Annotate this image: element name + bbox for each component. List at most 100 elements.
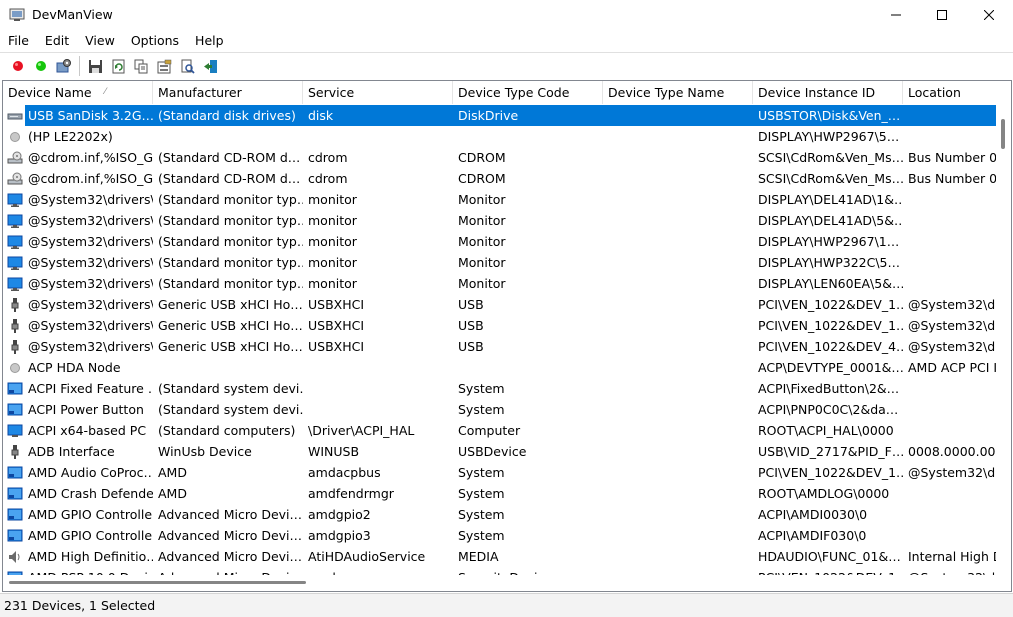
menu-options[interactable]: Options <box>123 30 187 51</box>
properties-button[interactable] <box>52 55 75 77</box>
monitor-icon <box>7 213 23 229</box>
device-type-code-cell: Monitor <box>458 276 506 291</box>
device-name-cell: @System32\drivers\… <box>3 294 153 315</box>
table-row[interactable]: @System32\drivers\… Generic USB xHCI Ho… U… <box>3 336 1003 357</box>
table-row[interactable]: @System32\drivers\… Generic USB xHCI Ho… U… <box>3 294 1003 315</box>
service-cell <box>303 357 453 378</box>
copy-button[interactable] <box>130 55 153 77</box>
manufacturer-cell: (Standard monitor typ… <box>158 255 303 270</box>
table-row[interactable]: @cdrom.inf,%ISO_G… (Standard CD-ROM d… cdr… <box>3 147 1003 168</box>
service-cell: USBXHCI <box>308 297 365 312</box>
horizontal-scrollbar[interactable] <box>3 575 996 591</box>
location-cell <box>903 126 1003 147</box>
device-type-code-cell: System <box>458 465 505 480</box>
table-row[interactable]: @System32\drivers\… (Standard monitor typ… <box>3 273 1003 294</box>
table-row[interactable]: USB SanDisk 3.2G… (Standard disk drives) d… <box>3 105 1003 126</box>
device-type-code-cell: MEDIA <box>458 549 499 564</box>
close-button[interactable] <box>966 0 1012 30</box>
location-cell <box>903 231 1003 252</box>
column-header-device-type-name[interactable]: Device Type Name <box>603 81 753 104</box>
device-instance-id-cell: ACPI\FixedButton\2&… <box>758 381 900 396</box>
device-type-code-cell: CDROM <box>458 150 506 165</box>
table-row[interactable]: AMD High Definitio… Advanced Micro Devi… A… <box>3 546 1003 567</box>
table-row[interactable]: @cdrom.inf,%ISO_G… (Standard CD-ROM d… cdr… <box>3 168 1003 189</box>
table-row[interactable]: ACPI x64-based PC (Standard computers) \Dr… <box>3 420 1003 441</box>
device-name-cell: AMD Crash Defender <box>3 483 153 504</box>
system-device-icon <box>7 402 23 418</box>
location-cell <box>903 399 1003 420</box>
device-type-name-cell <box>603 252 753 273</box>
options-button[interactable] <box>153 55 176 77</box>
device-instance-id-cell: PCI\VEN_1022&DEV_4… <box>758 339 903 354</box>
vertical-scrollbar[interactable] <box>996 105 1011 575</box>
device-instance-id-cell: ACPI\AMDI0030\0 <box>758 507 868 522</box>
device-name-text: AMD PSP 10.0 Devi… <box>25 567 153 575</box>
save-button[interactable] <box>84 55 107 77</box>
device-name-text: ACP HDA Node <box>28 360 121 375</box>
service-cell: monitor <box>308 192 357 207</box>
horizontal-scroll-thumb[interactable] <box>9 581 306 584</box>
column-header-device-instance-id[interactable]: Device Instance ID <box>753 81 903 104</box>
device-list[interactable]: Device Name ⁄ Manufacturer Service Devic… <box>2 80 1012 592</box>
column-header-device-type-code[interactable]: Device Type Code <box>453 81 603 104</box>
devmanview-app-icon <box>9 7 25 23</box>
table-row[interactable]: ACP HDA Node ACP\DEVTYPE_0001&… AMD ACP PC… <box>3 357 1003 378</box>
device-type-name-cell <box>603 483 753 504</box>
device-instance-id-cell: SCSI\CdRom&Ven_Ms… <box>758 171 903 186</box>
location-cell <box>903 378 1003 399</box>
system-device-icon <box>7 486 23 502</box>
refresh-icon <box>112 59 125 73</box>
system-device-icon <box>7 381 23 397</box>
menu-help[interactable]: Help <box>187 30 232 51</box>
vertical-scroll-thumb[interactable] <box>1001 119 1005 149</box>
menu-edit[interactable]: Edit <box>37 30 77 51</box>
menu-view[interactable]: View <box>77 30 123 51</box>
column-header-device-name[interactable]: Device Name ⁄ <box>3 81 153 104</box>
manufacturer-cell: (Standard CD-ROM d… <box>158 171 301 186</box>
table-row[interactable]: @System32\drivers\… (Standard monitor typ… <box>3 231 1003 252</box>
location-cell <box>903 525 1003 546</box>
disable-device-button[interactable] <box>6 55 29 77</box>
exit-icon <box>204 59 217 73</box>
system-device-icon <box>7 507 23 523</box>
location-cell: @System32\dr <box>908 339 1001 354</box>
table-row[interactable]: @System32\drivers\… (Standard monitor typ… <box>3 189 1003 210</box>
unknown-device-icon <box>7 129 23 145</box>
table-row[interactable]: ACPI Power Button (Standard system devi… S… <box>3 399 1003 420</box>
minimize-button[interactable] <box>873 0 919 30</box>
table-row[interactable]: ADB Interface WinUsb Device WINUSB USBDevic… <box>3 441 1003 462</box>
table-row[interactable]: AMD Crash Defender AMD amdfendrmgr System RO… <box>3 483 1003 504</box>
device-name-cell: ACP HDA Node <box>3 357 153 378</box>
system-device-icon <box>7 528 23 544</box>
table-row[interactable]: AMD PSP 10.0 Devi…Advanced Micro Devi…am… <box>3 567 1003 575</box>
device-name-cell: AMD GPIO Controller <box>3 504 153 525</box>
device-name-text: (HP LE2202x) <box>28 129 113 144</box>
maximize-button[interactable] <box>919 0 965 30</box>
column-header-location[interactable]: Location <box>903 81 1011 104</box>
device-instance-id-cell: DISPLAY\HWP2967\5… <box>758 129 900 144</box>
table-row[interactable]: AMD GPIO Controller Advanced Micro Devi… a… <box>3 504 1003 525</box>
service-cell: WINUSB <box>308 444 360 459</box>
properties-icon <box>56 59 71 73</box>
device-type-name-cell <box>603 546 753 567</box>
manufacturer-cell: AMD <box>158 465 187 480</box>
menu-file[interactable]: File <box>0 30 37 51</box>
refresh-button[interactable] <box>107 55 130 77</box>
table-row[interactable]: AMD GPIO Controller Advanced Micro Devi… a… <box>3 525 1003 546</box>
service-cell: amdfendrmgr <box>308 486 394 501</box>
manufacturer-cell: Generic USB xHCI Ho… <box>158 297 303 312</box>
table-row[interactable]: @System32\drivers\… Generic USB xHCI Ho… U… <box>3 315 1003 336</box>
exit-button[interactable] <box>199 55 222 77</box>
device-name-cell: @System32\drivers\… <box>3 189 153 210</box>
list-header: Device Name ⁄ Manufacturer Service Devic… <box>3 81 1011 104</box>
enable-device-button[interactable] <box>29 55 52 77</box>
column-header-manufacturer[interactable]: Manufacturer <box>153 81 303 104</box>
table-row[interactable]: (HP LE2202x) DISPLAY\HWP2967\5… <box>3 126 1003 147</box>
table-row[interactable]: @System32\drivers\… (Standard monitor typ… <box>3 252 1003 273</box>
table-row[interactable]: @System32\drivers\… (Standard monitor typ… <box>3 210 1003 231</box>
table-row[interactable]: ACPI Fixed Feature … (Standard system dev… <box>3 378 1003 399</box>
table-row[interactable]: AMD Audio CoProc… AMD amdacpbus System PCI\V… <box>3 462 1003 483</box>
column-header-service[interactable]: Service <box>303 81 453 104</box>
find-button[interactable] <box>176 55 199 77</box>
device-type-code-cell: Monitor <box>458 192 506 207</box>
